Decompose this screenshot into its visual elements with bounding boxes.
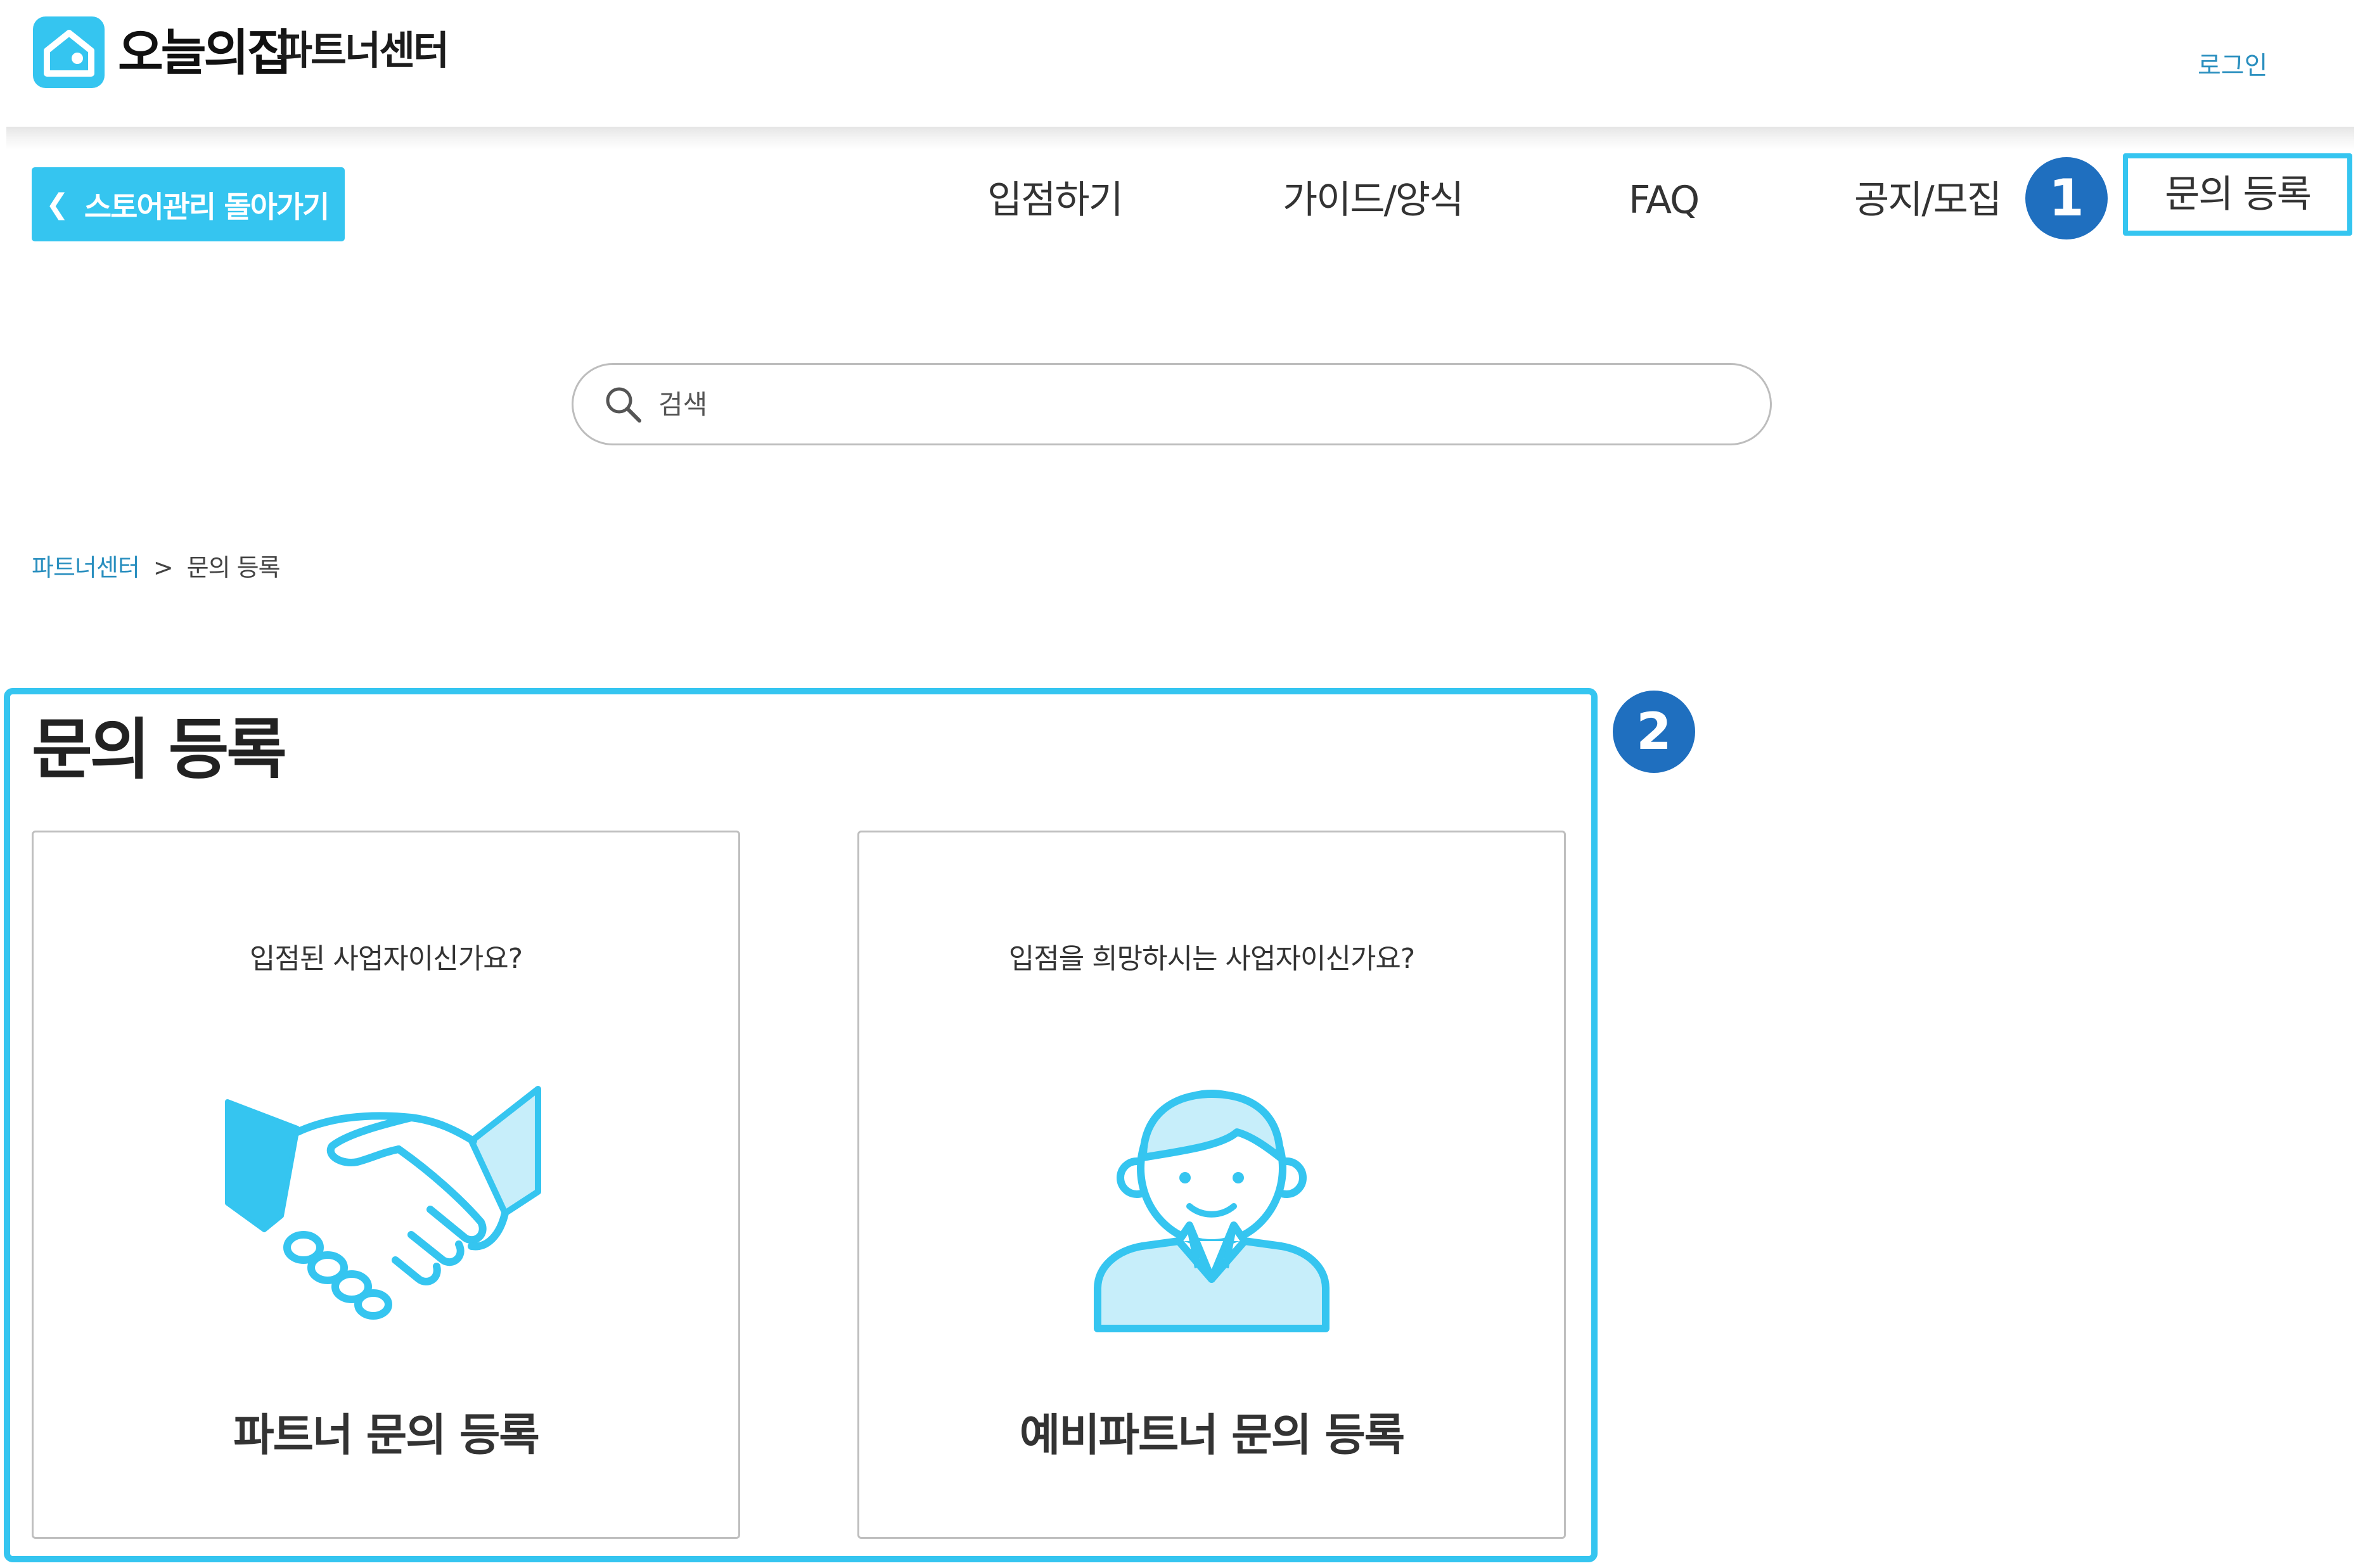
prospective-partner-inquiry-label: 예비파트너 문의 등록 bbox=[1019, 1409, 1405, 1461]
back-to-store-label: 스토어관리 돌아가기 bbox=[84, 190, 330, 225]
person-icon bbox=[1094, 1090, 1330, 1332]
breadcrumb-root-link[interactable]: 파트너센터 bbox=[32, 554, 140, 582]
breadcrumb-separator: > bbox=[153, 554, 174, 582]
step-badge-1: 1 bbox=[2025, 157, 2108, 239]
prospective-partner-inquiry-card[interactable]: 입점을 희망하시는 사업자이신가요? 예비파트너 문의 등록 bbox=[857, 831, 1566, 1539]
breadcrumb: 파트너센터 > 문의 등록 bbox=[32, 550, 281, 585]
nav-item-guide[interactable]: 가이드/양식 bbox=[1283, 169, 1464, 232]
house-icon bbox=[44, 30, 94, 77]
nav-item-notice[interactable]: 공지/모집 bbox=[1854, 169, 2002, 232]
search-input[interactable] bbox=[657, 388, 1610, 421]
brand-subtitle: 파트너센터 bbox=[276, 27, 449, 73]
breadcrumb-current: 문의 등록 bbox=[186, 554, 281, 582]
brand-name[interactable]: 오늘의집 bbox=[118, 15, 292, 91]
nav-item-apply[interactable]: 입점하기 bbox=[987, 169, 1124, 232]
card-question: 입점을 희망하시는 사업자이신가요? bbox=[1008, 943, 1416, 975]
handshake-icon bbox=[225, 1086, 541, 1320]
card-question: 입점된 사업자이신가요? bbox=[249, 943, 523, 975]
brand-logo-icon[interactable] bbox=[33, 16, 105, 88]
search-bar[interactable] bbox=[572, 363, 1772, 445]
step-badge-2: 2 bbox=[1613, 691, 1695, 773]
partner-inquiry-card[interactable]: 입점된 사업자이신가요? 파트너 문의 등록 bbox=[32, 831, 740, 1539]
header-divider bbox=[6, 127, 2354, 150]
login-link[interactable]: 로그인 bbox=[2198, 47, 2267, 85]
back-to-store-button[interactable]: ❮ 스토어관리 돌아가기 bbox=[32, 167, 345, 241]
nav-item-faq[interactable]: FAQ bbox=[1629, 169, 1700, 232]
page-title: 문의 등록 bbox=[32, 711, 287, 788]
chevron-left-icon: ❮ bbox=[46, 188, 69, 220]
partner-inquiry-label: 파트너 문의 등록 bbox=[233, 1409, 540, 1461]
nav-item-inquiry[interactable]: 문의 등록 bbox=[2123, 153, 2352, 236]
search-icon bbox=[606, 387, 641, 423]
